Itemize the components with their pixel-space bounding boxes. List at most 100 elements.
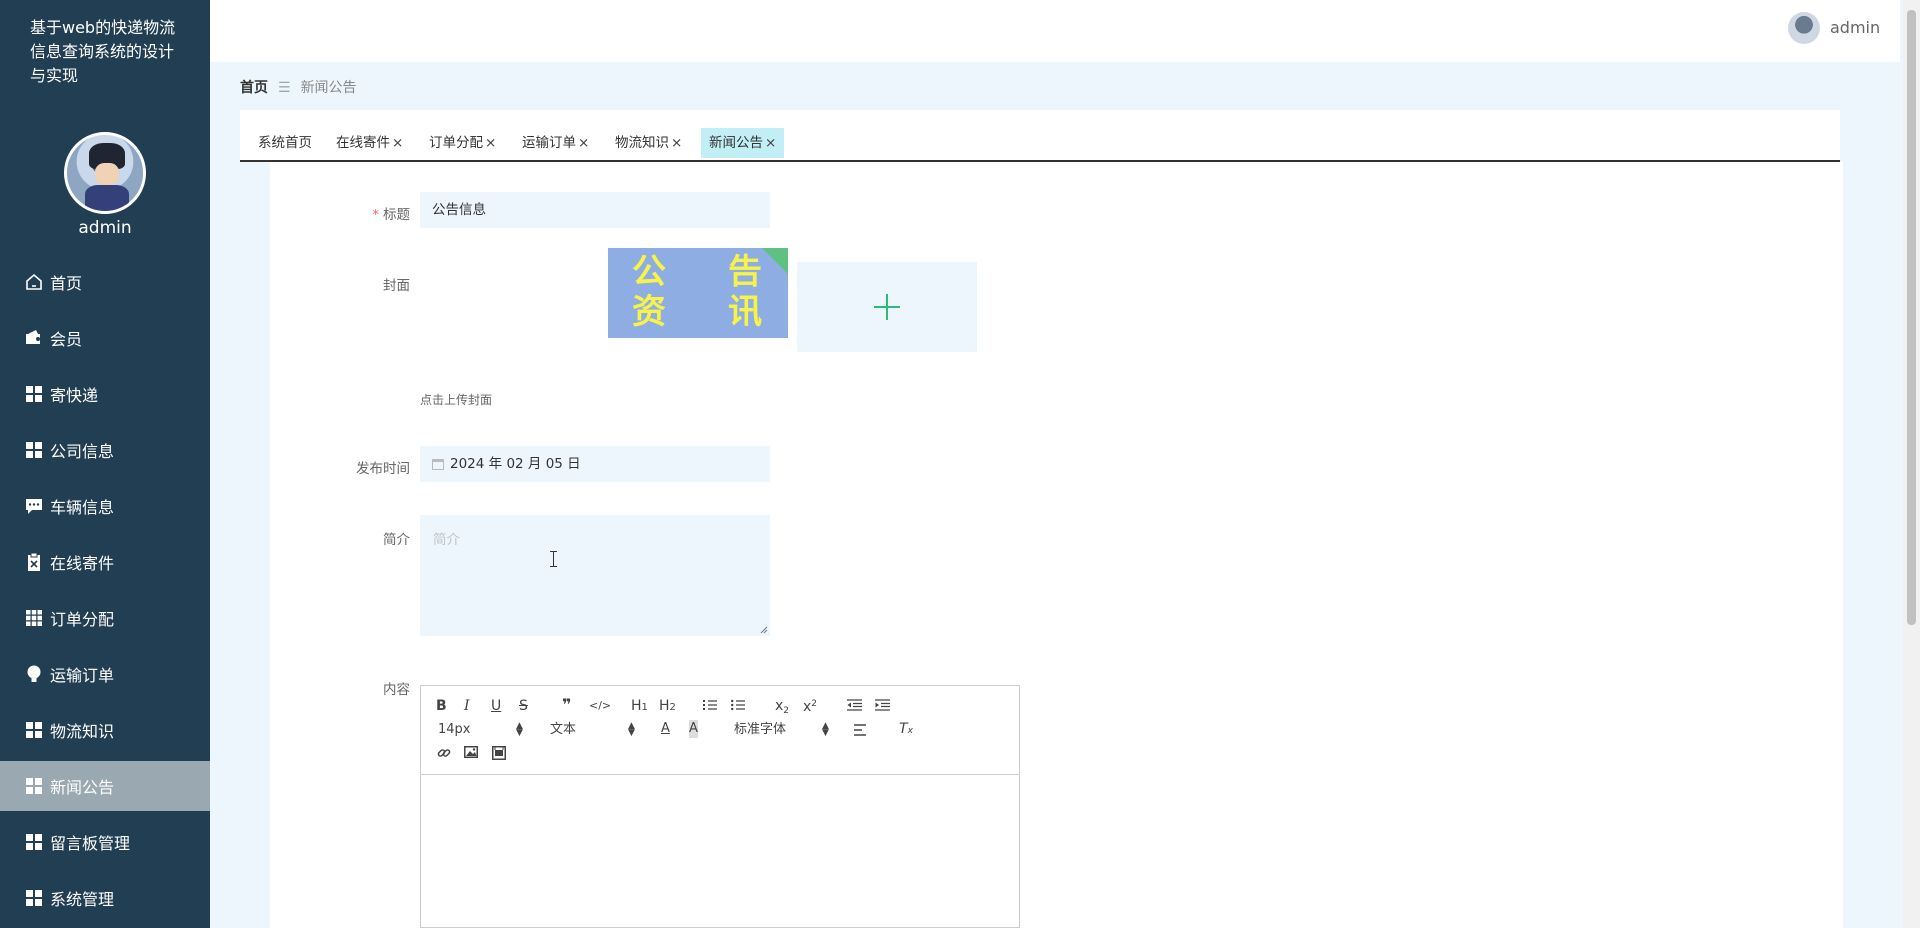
sidebar-user-name: admin <box>78 218 132 238</box>
grid-icon <box>24 440 44 460</box>
sidebar-item-send-express[interactable]: 寄快递 <box>0 369 210 419</box>
sidebar-item-label: 首页 <box>50 274 83 293</box>
top-header <box>210 0 1900 62</box>
sidebar-item-transport-order[interactable]: 运输订单 <box>0 649 210 699</box>
sidebar-item-logistics-knowledge[interactable]: 物流知识 <box>0 705 210 755</box>
close-icon[interactable]: × <box>671 135 682 151</box>
publish-time-value: 2024 年 02 月 05 日 <box>450 456 581 472</box>
content-label: 内容 <box>383 682 410 698</box>
sidebar-item-label: 新闻公告 <box>50 778 115 797</box>
link-icon[interactable] <box>437 746 451 760</box>
subscript-icon[interactable]: x2 <box>775 697 789 720</box>
superscript-icon[interactable]: x2 <box>803 695 817 716</box>
title-input[interactable]: 公告信息 <box>420 192 770 228</box>
cover-text: 资 <box>632 292 666 332</box>
cover-image[interactable]: 公 告 资 讯 <box>608 248 788 338</box>
cover-label: 封面 <box>383 278 410 294</box>
close-icon[interactable]: × <box>765 135 776 151</box>
plus-icon <box>874 294 900 320</box>
sidebar-item-order-assign[interactable]: 订单分配 <box>0 593 210 643</box>
calendar-icon <box>432 459 444 470</box>
sidebar: 基于web的快递物流信息查询系统的设计与实现 admin 首页 会员 寄快递 公… <box>0 0 210 928</box>
header1-icon[interactable]: H1 <box>631 697 648 717</box>
wallet-icon <box>24 328 44 348</box>
sidebar-item-label: 系统管理 <box>50 890 115 909</box>
sidebar-item-label: 公司信息 <box>50 442 115 461</box>
sidebar-menu: 首页 会员 寄快递 公司信息 车辆信息 在线寄件 订单分配 运输订单 物流知识 … <box>0 257 210 928</box>
tab-label: 在线寄件 <box>336 135 390 151</box>
font-family-select[interactable]: 标准字体 ▲ ▼ <box>734 721 830 739</box>
font-size-select[interactable]: 14px ▲ ▼ <box>438 721 524 739</box>
grid-icon <box>24 720 44 740</box>
upload-cover-button[interactable] <box>797 262 977 352</box>
outdent-icon[interactable] <box>847 699 862 711</box>
sidebar-item-vehicle-info[interactable]: 车辆信息 <box>0 481 210 531</box>
sidebar-item-label: 寄快递 <box>50 386 99 405</box>
home-icon <box>24 272 44 292</box>
sidebar-item-news[interactable]: 新闻公告 <box>0 761 210 811</box>
bullet-list-icon[interactable] <box>731 699 745 711</box>
intro-placeholder: 简介 <box>433 532 460 548</box>
bold-icon[interactable]: B <box>436 697 447 715</box>
resize-handle-icon[interactable] <box>760 626 768 634</box>
video-icon[interactable] <box>492 746 506 760</box>
sidebar-item-message-board[interactable]: 留言板管理 <box>0 817 210 867</box>
sidebar-item-online-send[interactable]: 在线寄件 <box>0 537 210 587</box>
publish-time-picker[interactable]: 2024 年 02 月 05 日 <box>420 446 770 482</box>
tab-label: 物流知识 <box>615 135 669 151</box>
cover-text: 告 <box>728 252 762 292</box>
scrollbar-thumb[interactable] <box>1907 10 1916 625</box>
avatar[interactable] <box>64 132 146 214</box>
sidebar-item-members[interactable]: 会员 <box>0 313 210 363</box>
sidebar-item-system-manage[interactable]: 系统管理 <box>0 873 210 923</box>
align-icon[interactable] <box>854 724 868 736</box>
tab-system-home[interactable]: 系统首页 <box>250 128 320 158</box>
underline-icon[interactable]: U <box>491 697 501 715</box>
background-color-icon[interactable]: A <box>689 720 698 738</box>
header-user-name[interactable]: admin <box>1830 18 1880 37</box>
blockquote-icon[interactable]: ❞ <box>562 696 571 714</box>
close-icon[interactable]: × <box>485 135 496 151</box>
upload-hint: 点击上传封面 <box>420 393 493 407</box>
cover-text: 讯 <box>728 292 762 332</box>
tab-news[interactable]: 新闻公告 × <box>701 128 785 158</box>
clear-format-icon[interactable]: Tx <box>899 720 913 740</box>
bulb-icon <box>24 664 44 684</box>
close-icon[interactable]: × <box>392 135 403 151</box>
italic-icon[interactable]: I <box>464 697 470 715</box>
scrollbar[interactable] <box>1903 0 1920 928</box>
font-color-icon[interactable]: A <box>661 720 670 738</box>
close-icon[interactable]: × <box>578 135 589 151</box>
title-label: * 标题 <box>372 207 410 223</box>
breadcrumb-separator-icon: ☰ <box>278 80 291 96</box>
sidebar-item-label: 会员 <box>50 330 83 349</box>
header-format-select[interactable]: 文本 ▲ ▼ <box>550 721 636 739</box>
strikethrough-icon[interactable]: S <box>519 697 528 715</box>
tab-label: 系统首页 <box>258 135 312 151</box>
tab-label: 运输订单 <box>522 135 576 151</box>
code-block-icon[interactable]: </> <box>589 697 611 715</box>
rich-text-editor[interactable]: B I U S ❞ </> H1 H2 x2 x2 14px ▲ ▼ 文本 ▲ ▼ … <box>420 685 1020 928</box>
header-avatar[interactable] <box>1788 12 1820 44</box>
sidebar-item-label: 留言板管理 <box>50 834 131 853</box>
sidebar-item-label: 在线寄件 <box>50 554 115 573</box>
breadcrumb-home[interactable]: 首页 <box>240 80 268 96</box>
tab-logistics-knowledge[interactable]: 物流知识 × <box>607 128 690 158</box>
intro-textarea[interactable]: 简介 <box>420 515 770 636</box>
sidebar-item-label: 物流知识 <box>50 722 115 741</box>
sidebar-item-company-info[interactable]: 公司信息 <box>0 425 210 475</box>
ordered-list-icon[interactable] <box>703 699 717 711</box>
header2-icon[interactable]: H2 <box>659 697 676 717</box>
image-icon[interactable] <box>464 746 478 758</box>
sidebar-item-home[interactable]: 首页 <box>0 257 210 307</box>
tab-transport-order[interactable]: 运输订单 × <box>514 128 597 158</box>
indent-icon[interactable] <box>875 699 890 711</box>
tab-online-send[interactable]: 在线寄件 × <box>328 128 411 158</box>
clipboard-icon <box>24 552 44 572</box>
corner-mark-icon <box>762 248 788 274</box>
grid-icon <box>24 776 44 796</box>
tab-order-assign[interactable]: 订单分配 × <box>421 128 504 158</box>
sidebar-item-label: 订单分配 <box>50 610 115 629</box>
apps-icon <box>24 608 44 628</box>
breadcrumb-current: 新闻公告 <box>300 80 357 96</box>
